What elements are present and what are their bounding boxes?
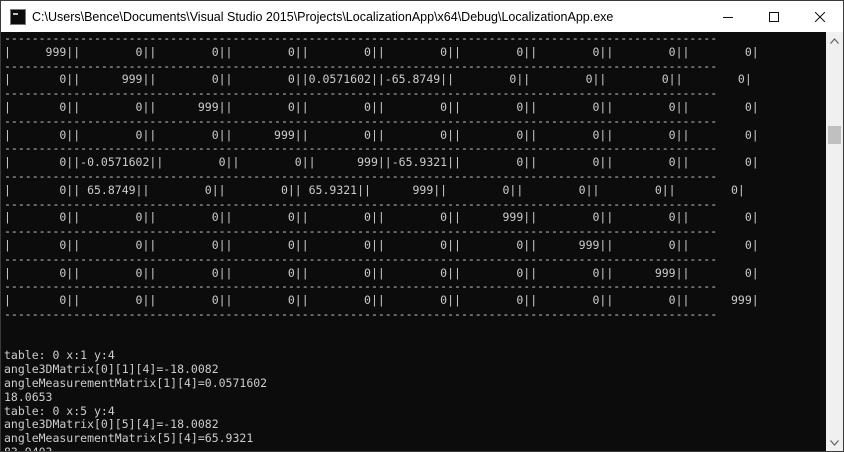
scroll-down-button[interactable] [826, 434, 843, 451]
maximize-button[interactable] [751, 1, 797, 32]
console-output-area[interactable]: ----------------------------------------… [1, 32, 826, 451]
chevron-up-icon [830, 37, 839, 44]
chevron-down-icon [830, 439, 839, 446]
console-window: C:\Users\Bence\Documents\Visual Studio 2… [0, 0, 844, 452]
console-app-icon[interactable] [10, 8, 26, 25]
title-bar[interactable]: C:\Users\Bence\Documents\Visual Studio 2… [1, 1, 843, 32]
maximize-icon [769, 11, 779, 22]
close-icon [815, 11, 825, 22]
scrollbar-thumb[interactable] [828, 126, 841, 144]
minimize-icon [723, 16, 733, 18]
close-button[interactable] [797, 1, 843, 32]
console-output-text: ----------------------------------------… [4, 32, 759, 451]
minimize-button[interactable] [705, 1, 751, 32]
scroll-up-button[interactable] [826, 32, 843, 49]
window-title: C:\Users\Bence\Documents\Visual Studio 2… [32, 9, 614, 24]
vertical-scrollbar[interactable] [826, 32, 843, 451]
